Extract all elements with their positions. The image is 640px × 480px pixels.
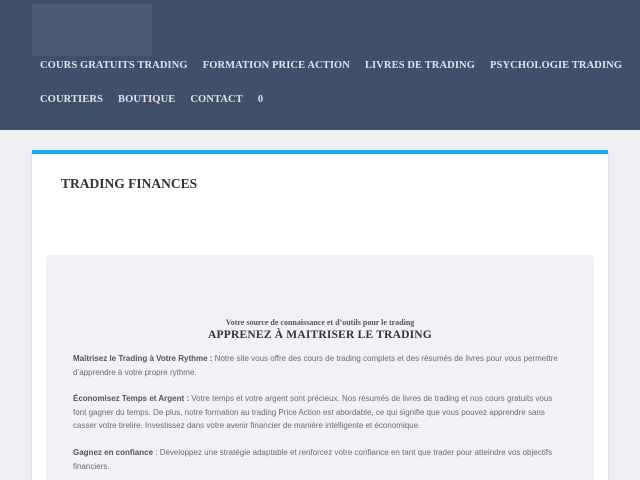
paragraph-rythme: Maîtrisez le Trading à Votre Rythme : No… [73,352,563,379]
content-card: TRADING FINANCES Votre source de connais… [32,150,608,480]
paragraph-lead: Maîtrisez le Trading à Votre Rythme : [73,354,213,363]
main-nav-row-1: COURS GRATUITS TRADING FORMATION PRICE A… [40,60,622,71]
site-header: COURS GRATUITS TRADING FORMATION PRICE A… [0,0,640,130]
paragraph-lead: Économisez Temps et Argent : [73,394,190,403]
nav-cart-count[interactable]: 0 [258,94,263,105]
nav-courtiers[interactable]: COURTIERS [40,94,103,105]
paragraph-lead: Gagnez en confiance [73,448,154,457]
paragraph-confiance: Gagnez en confiance : Développez une str… [73,446,563,473]
nav-contact[interactable]: CONTACT [190,94,242,105]
site-logo[interactable] [32,4,152,56]
nav-boutique[interactable]: BOUTIQUE [118,94,175,105]
intro-panel: Votre source de connaissance et d’outils… [46,255,594,480]
nav-livres-de-trading[interactable]: LIVRES DE TRADING [365,60,475,71]
main-nav-row-2: COURTIERS BOUTIQUE CONTACT 0 [40,94,263,105]
nav-cours-gratuits-trading[interactable]: COURS GRATUITS TRADING [40,60,188,71]
nav-formation-price-action[interactable]: FORMATION PRICE ACTION [203,60,350,71]
headline: APPRENEZ À MAITRISER LE TRADING [208,329,432,341]
nav-psychologie-trading[interactable]: PSYCHOLOGIE TRADING [490,60,622,71]
page-title: TRADING FINANCES [61,176,198,191]
tagline: Votre source de connaissance et d’outils… [225,318,415,327]
paragraph-economisez: Économisez Temps et Argent : Votre temps… [73,392,563,433]
